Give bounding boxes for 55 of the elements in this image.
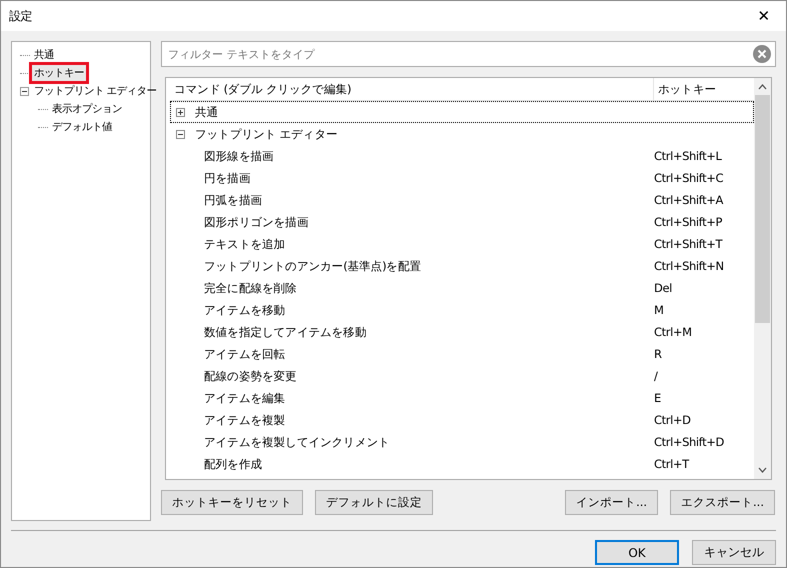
- group-label: フットプリント エディター: [195, 126, 338, 142]
- group-row[interactable]: フットプリント エディター: [170, 123, 754, 145]
- hotkey-cell[interactable]: /: [650, 369, 754, 383]
- command-cell[interactable]: 完全に配線を削除: [170, 280, 650, 296]
- filter-field[interactable]: フィルター テキストをタイプ: [161, 41, 776, 67]
- group-row[interactable]: 共通: [170, 101, 754, 123]
- window-title: 設定: [9, 8, 32, 24]
- hotkey-cell[interactable]: M: [650, 303, 754, 317]
- hotkey-cell[interactable]: Ctrl+M: [650, 325, 754, 339]
- tree-item[interactable]: フットプリント エディター: [32, 83, 158, 99]
- command-cell[interactable]: 円弧を描画: [170, 192, 650, 208]
- hotkey-cell[interactable]: Ctrl+Shift+T: [650, 237, 754, 251]
- command-cell[interactable]: アイテムを複製してインクリメント: [170, 434, 650, 450]
- hotkey-cell[interactable]: Ctrl+Shift+N: [650, 259, 754, 273]
- command-cell[interactable]: フットプリントのアンカー(基準点)を配置: [170, 258, 650, 274]
- hotkey-cell[interactable]: Ctrl+Shift+L: [650, 149, 754, 163]
- command-cell[interactable]: アイテムを回転: [170, 346, 650, 362]
- command-cell[interactable]: アイテムを編集: [170, 390, 650, 406]
- hotkey-cell[interactable]: E: [650, 391, 754, 405]
- command-cell[interactable]: 円を描画: [170, 170, 650, 186]
- clear-icon[interactable]: [753, 45, 771, 63]
- command-cell[interactable]: アイテムを移動: [170, 302, 650, 318]
- tree-item[interactable]: 共通: [32, 47, 56, 63]
- column-header[interactable]: ホットキー: [654, 78, 754, 100]
- dialog-button[interactable]: キャンセル: [692, 540, 776, 565]
- hotkey-cell[interactable]: Ctrl+Shift+D: [650, 435, 754, 449]
- collapse-icon[interactable]: [20, 86, 29, 96]
- command-cell[interactable]: テキストを追加: [170, 236, 650, 252]
- close-button[interactable]: ✕: [742, 1, 786, 31]
- group-label: 共通: [195, 104, 218, 120]
- tree-item[interactable]: ホットキー: [32, 65, 86, 81]
- action-button[interactable]: デフォルトに設定: [315, 490, 433, 515]
- tree-item[interactable]: デフォルト値: [50, 119, 114, 135]
- column-header[interactable]: コマンド (ダブル クリックで編集): [170, 78, 654, 100]
- action-button[interactable]: ホットキーをリセット: [161, 490, 303, 515]
- hotkey-cell[interactable]: Ctrl+Shift+P: [650, 215, 754, 229]
- dialog-button[interactable]: OK: [595, 540, 679, 565]
- tree-item[interactable]: 表示オプション: [50, 101, 124, 117]
- action-button[interactable]: インポート...: [565, 490, 658, 515]
- command-cell[interactable]: 図形ポリゴンを描画: [170, 214, 650, 230]
- expand-icon[interactable]: [176, 108, 185, 116]
- command-cell[interactable]: 配列を作成: [170, 456, 650, 472]
- collapse-icon[interactable]: [176, 130, 185, 138]
- command-cell[interactable]: 図形線を描画: [170, 148, 650, 164]
- scrollbar[interactable]: [754, 78, 771, 479]
- hotkey-cell[interactable]: Ctrl+Shift+A: [650, 193, 754, 207]
- command-cell[interactable]: 配線の姿勢を変更: [170, 368, 650, 384]
- command-cell[interactable]: アイテムを複製: [170, 412, 650, 428]
- action-button[interactable]: エクスポート...: [670, 490, 775, 515]
- command-cell[interactable]: 数値を指定してアイテムを移動: [170, 324, 650, 340]
- hotkey-cell[interactable]: Ctrl+T: [650, 457, 754, 471]
- hotkey-cell[interactable]: Ctrl+Shift+C: [650, 171, 754, 185]
- hotkey-cell[interactable]: Del: [650, 281, 754, 295]
- hotkey-cell[interactable]: R: [650, 347, 754, 361]
- hotkey-cell[interactable]: Ctrl+D: [650, 413, 754, 427]
